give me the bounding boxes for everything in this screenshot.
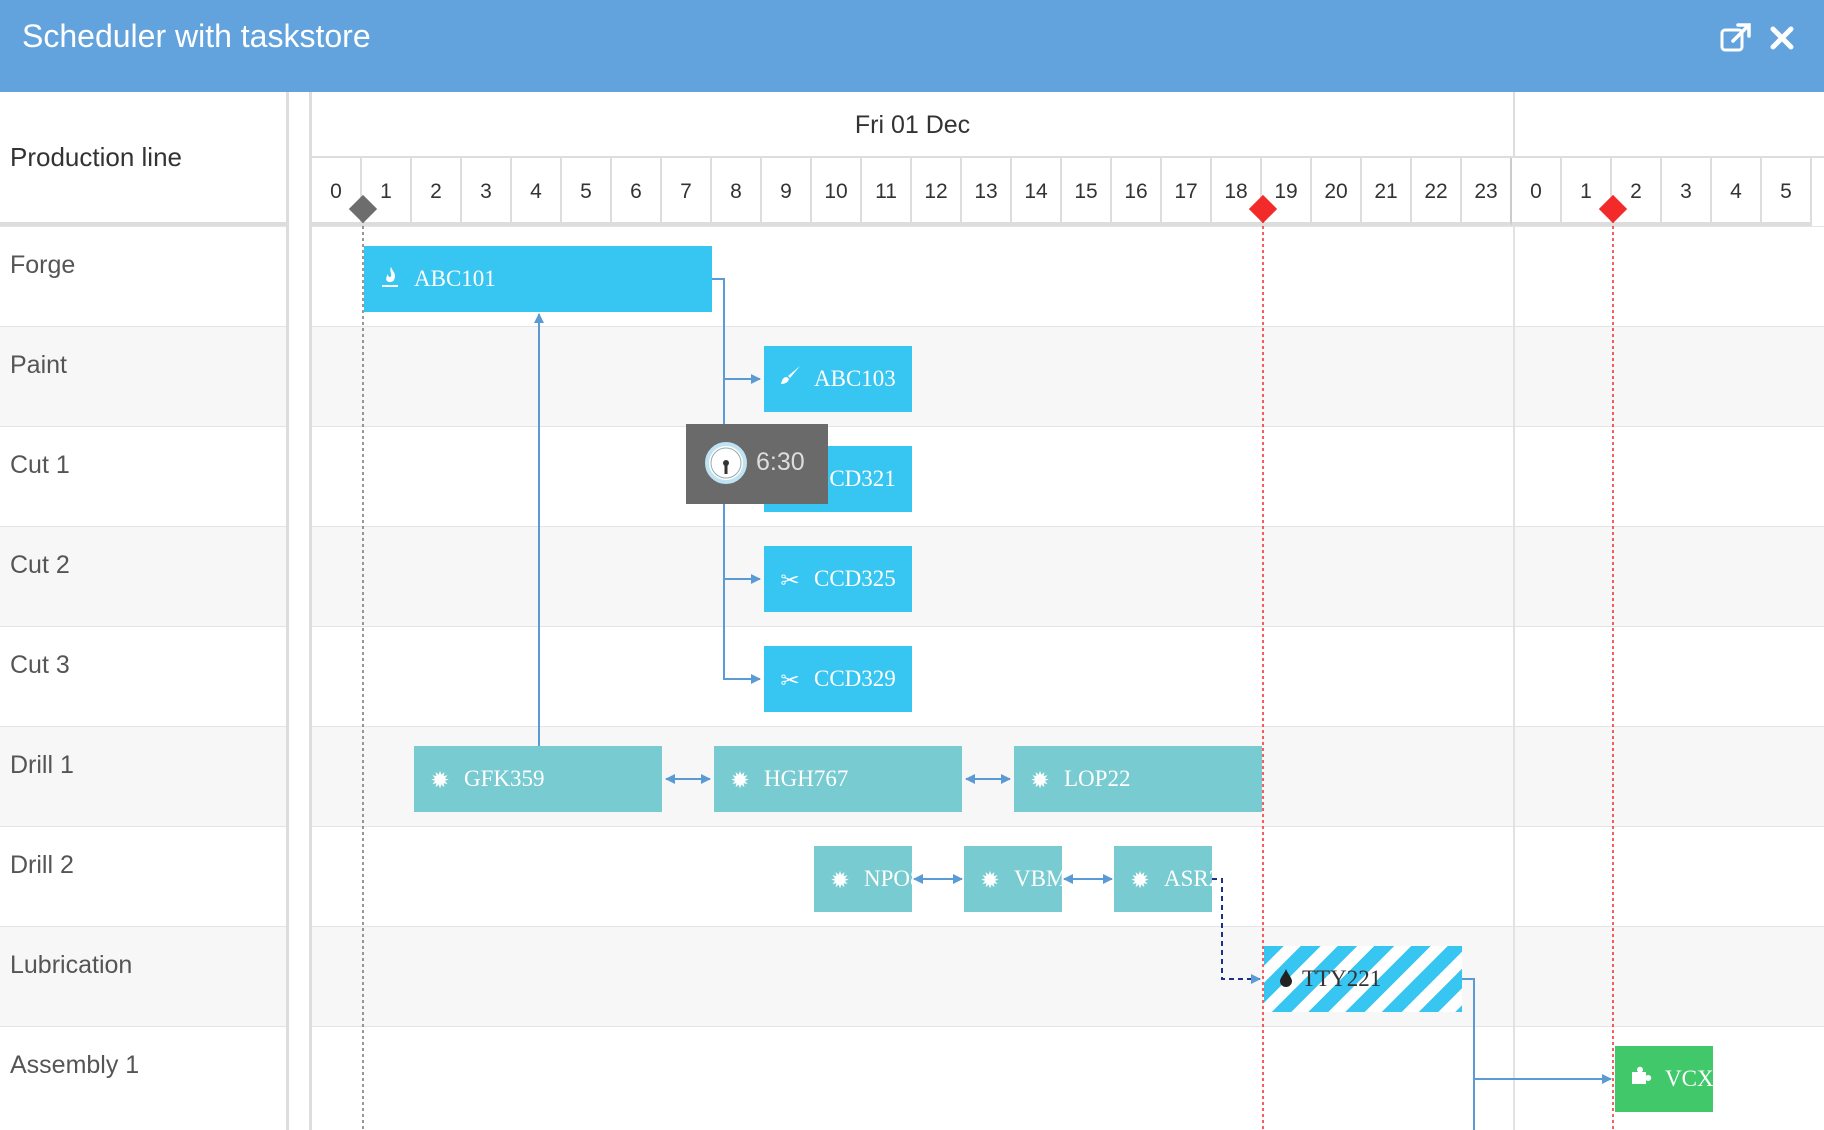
gear-icon: ✹ <box>730 767 750 793</box>
row-label: Cut 1 <box>10 451 70 479</box>
hour-cell: 21 <box>1362 158 1412 226</box>
hour-cell: 13 <box>962 158 1012 226</box>
task-abc101[interactable]: ABC101 <box>364 246 712 312</box>
task-vbm[interactable]: ✹ VBM <box>964 846 1062 912</box>
window-titlebar: Scheduler with taskstore <box>0 0 1824 92</box>
task-label: GFK359 <box>464 766 545 791</box>
hour-cell: 18 <box>1212 158 1262 226</box>
task-vcx[interactable]: VCX <box>1615 1046 1713 1112</box>
row-cut-3: Cut 3 <box>0 626 1824 726</box>
task-label: NPO8 <box>864 866 912 891</box>
task-ccd325[interactable]: ✂ CCD325 <box>764 546 912 612</box>
hour-cell: 15 <box>1062 158 1112 226</box>
hour-cell: 6 <box>612 158 662 226</box>
task-label: LOP22 <box>1064 766 1131 791</box>
task-label: VCX <box>1665 1066 1713 1091</box>
hour-cell: 9 <box>762 158 812 226</box>
window-title: Scheduler with taskstore <box>22 18 371 54</box>
hour-cell: 2 <box>412 158 462 226</box>
row-label: Drill 2 <box>10 851 74 879</box>
tooltip-time: 6:30 <box>756 448 805 476</box>
row-forge: Forge <box>0 226 1824 326</box>
scissors-icon: ✂ <box>780 667 800 693</box>
task-label: ASR2 <box>1164 866 1212 891</box>
hour-cell: 5 <box>1762 158 1812 226</box>
gear-icon: ✹ <box>830 867 850 893</box>
task-gfk359[interactable]: ✹ GFK359 <box>414 746 662 812</box>
row-label: Cut 2 <box>10 551 70 579</box>
task-label: ABC103 <box>814 366 896 391</box>
splitter[interactable] <box>286 92 312 1130</box>
hour-cell: 5 <box>562 158 612 226</box>
task-ccd329[interactable]: ✂ CCD329 <box>764 646 912 712</box>
task-abc103[interactable]: ABC103 <box>764 346 912 412</box>
task-label: CCD329 <box>814 666 896 691</box>
hour-cell: 8 <box>712 158 762 226</box>
time-axis-header: Fri 01 Dec 0 1 2 3 4 5 6 7 8 9 10 11 12 13 14 15 16 17 18 1… <box>312 92 1824 226</box>
resource-column-title: Production line <box>10 142 182 172</box>
clock-icon <box>704 441 748 492</box>
task-label: HGH767 <box>764 766 849 791</box>
task-label: TTY221 <box>1302 966 1382 991</box>
gear-icon: ✹ <box>430 767 450 793</box>
hour-cell: 0 <box>1512 158 1562 226</box>
row-label: Paint <box>10 351 67 379</box>
hour-cell: 2 <box>1612 158 1662 226</box>
hour-cell: 3 <box>1662 158 1712 226</box>
task-lop22[interactable]: ✹ LOP22 <box>1014 746 1262 812</box>
row-cut-1: Cut 1 <box>0 426 1824 526</box>
task-npo[interactable]: ✹ NPO8 <box>814 846 912 912</box>
scissors-icon: ✂ <box>780 567 800 593</box>
puzzle-icon <box>1629 1048 1653 1112</box>
row-label: Forge <box>10 251 76 279</box>
day-separator <box>1513 226 1515 1130</box>
fire-icon <box>378 248 402 312</box>
gear-icon: ✹ <box>1130 867 1150 893</box>
task-hgh767[interactable]: ✹ HGH767 <box>714 746 962 812</box>
row-cut-2: Cut 2 <box>0 526 1824 626</box>
row-drill-2: Drill 2 <box>0 826 1824 926</box>
resource-column-header[interactable]: Production line <box>0 92 288 226</box>
hour-cell: 19 <box>1262 158 1312 226</box>
hour-cell: 11 <box>862 158 912 226</box>
hour-cell: 10 <box>812 158 862 226</box>
hour-cell: 4 <box>512 158 562 226</box>
task-label: CCD325 <box>814 566 896 591</box>
row-lubrication: Lubrication <box>0 926 1824 1026</box>
close-icon[interactable] <box>1764 20 1800 56</box>
task-label: ABC101 <box>414 266 496 291</box>
hour-cell: 14 <box>1012 158 1062 226</box>
hour-cell: 17 <box>1162 158 1212 226</box>
hour-cell: 20 <box>1312 158 1362 226</box>
drag-time-tooltip: 6:30 <box>686 424 828 504</box>
date-header-cell-next <box>1515 92 1824 158</box>
hour-cell: 1 <box>362 158 412 226</box>
brush-icon <box>778 348 802 412</box>
hour-cell: 4 <box>1712 158 1762 226</box>
popout-icon[interactable] <box>1718 20 1754 56</box>
hour-cell: 12 <box>912 158 962 226</box>
row-label: Assembly 1 <box>10 1051 140 1079</box>
row-assembly-1: Assembly 1 <box>0 1026 1824 1126</box>
task-asr[interactable]: ✹ ASR2 <box>1114 846 1212 912</box>
task-tty221[interactable]: TTY221 <box>1264 946 1462 1012</box>
hour-cell: 23 <box>1462 158 1512 226</box>
row-label: Drill 1 <box>10 751 74 779</box>
hour-cell: 7 <box>662 158 712 226</box>
hour-cell: 1 <box>1562 158 1612 226</box>
row-label: Cut 3 <box>10 651 70 679</box>
gear-icon: ✹ <box>1030 767 1050 793</box>
hour-cell: 16 <box>1112 158 1162 226</box>
hour-cell: 0 <box>312 158 362 226</box>
drop-icon <box>1274 948 1298 1012</box>
row-label: Lubrication <box>10 951 133 979</box>
task-label: VBM <box>1014 866 1062 891</box>
gear-icon: ✹ <box>980 867 1000 893</box>
hour-cell: 3 <box>462 158 512 226</box>
hour-cell: 22 <box>1412 158 1462 226</box>
date-header-cell: Fri 01 Dec <box>312 92 1515 158</box>
row-paint: Paint <box>0 326 1824 426</box>
